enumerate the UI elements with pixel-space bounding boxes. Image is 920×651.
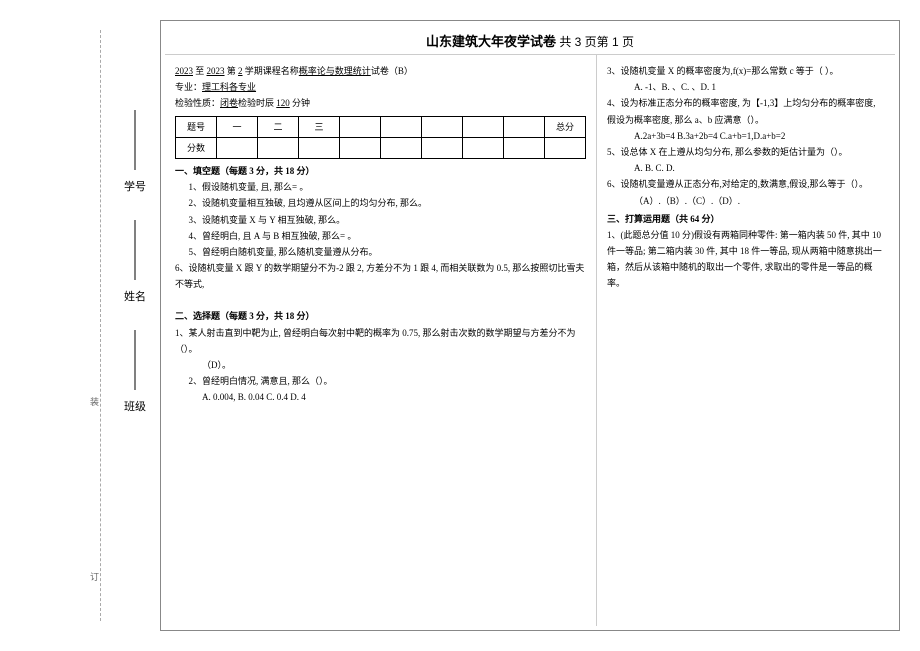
university-name: 山东建筑大年夜学试卷 bbox=[426, 34, 556, 49]
q1-1: 1、假设随机变量, 且, 那么= 。 bbox=[175, 179, 586, 195]
class-label: 班级 bbox=[124, 401, 146, 413]
q2-4: 4、设为标准正态分布的概率密度, 为【-1,3】上均匀分布的概率密度, 假设为概… bbox=[607, 95, 885, 127]
binding-mark-zhuang: 装 bbox=[90, 395, 99, 408]
q2-2: 2、曾经明白情况, 满意且, 那么（）。 bbox=[175, 373, 586, 389]
score-table: 题号 一 二 三 总分 分数 bbox=[175, 116, 586, 159]
section-3-title: 三、打算运用题（共 64 分） bbox=[607, 211, 885, 227]
binding-dashed-line bbox=[100, 30, 101, 621]
name-line bbox=[135, 220, 136, 280]
q2-1: 1、某人射击直到中靶为止, 曾经明白每次射中靶的概率为 0.75, 那么射击次数… bbox=[175, 325, 586, 357]
q2-5: 5、设总体 X 在上遵从均匀分布, 那么参数的矩估计量为（）。 bbox=[607, 144, 885, 160]
q2-4-opt: A.2a+3b=4 B.3a+2b=4 C.a+b=1,D.a+b=2 bbox=[607, 128, 885, 144]
section-2-title: 二、选择题（每题 3 分，共 18 分） bbox=[175, 308, 586, 324]
page-title: 山东建筑大年夜学试卷 共 3 页第 1 页 bbox=[165, 25, 895, 54]
q1-6: 6、设随机变量 X 跟 Y 的数学期望分不为-2 跟 2, 方差分不为 1 跟 … bbox=[175, 260, 586, 292]
student-info-sidebar: 班级 姓名 学号 bbox=[120, 40, 150, 611]
major-line: 专业：理工科各专业 bbox=[175, 79, 586, 95]
q1-2: 2、设随机变量相互独破, 且均遵从区间上的均匀分布, 那么。 bbox=[175, 195, 586, 211]
student-id-line bbox=[135, 110, 136, 170]
name-label: 姓名 bbox=[124, 291, 146, 303]
q2-6-opt: （A）.（B）.（C）.（D）. bbox=[607, 193, 885, 209]
left-column: 2023 至 2023 第 2 学期课程名称概率论与数理统计试卷（B） 专业：理… bbox=[165, 55, 596, 626]
q2-5-opt: A. B. C. D. bbox=[607, 160, 885, 176]
term-line: 2023 至 2023 第 2 学期课程名称概率论与数理统计试卷（B） bbox=[175, 63, 586, 79]
page-info: 共 3 页第 1 页 bbox=[559, 35, 634, 49]
student-id-label: 学号 bbox=[124, 181, 146, 193]
section-1-title: 一、填空题（每题 3 分，共 18 分） bbox=[175, 163, 586, 179]
q2-6: 6、设随机变量遵从正态分布,对给定的,数满意,假设,那么等于（）。 bbox=[607, 176, 885, 192]
q2-3-opt: A. -1、B. 、C. 、D. 1 bbox=[607, 79, 885, 95]
q2-3: 3、设随机变量 X 的概率密度为,f(x)=那么常数 c 等于（ ）。 bbox=[607, 63, 885, 79]
q1-3: 3、设随机变量 X 与 Y 相互独破, 那么。 bbox=[175, 212, 586, 228]
exam-sheet: 山东建筑大年夜学试卷 共 3 页第 1 页 2023 至 2023 第 2 学期… bbox=[160, 20, 900, 631]
class-line bbox=[135, 330, 136, 390]
q2-1-opt: （D）。 bbox=[175, 357, 586, 373]
binding-mark-ding: 订 bbox=[90, 570, 99, 583]
table-row: 分数 bbox=[176, 137, 586, 158]
q3-1: 1、(此题总分值 10 分)假设有两箱同种零件: 第一箱内装 50 件, 其中 … bbox=[607, 227, 885, 292]
q1-5: 5、曾经明白随机变量, 那么随机变量遵从分布。 bbox=[175, 244, 586, 260]
q2-2-opt: A. 0.004, B. 0.04 C. 0.4 D. 4 bbox=[175, 389, 586, 405]
table-row: 题号 一 二 三 总分 bbox=[176, 116, 586, 137]
exam-line: 检验性质：闭卷检验时辰 120 分钟 bbox=[175, 95, 586, 111]
q1-4: 4、曾经明白, 且 A 与 B 相互独破, 那么= 。 bbox=[175, 228, 586, 244]
right-column: 3、设随机变量 X 的概率密度为,f(x)=那么常数 c 等于（ ）。 A. -… bbox=[596, 55, 895, 626]
